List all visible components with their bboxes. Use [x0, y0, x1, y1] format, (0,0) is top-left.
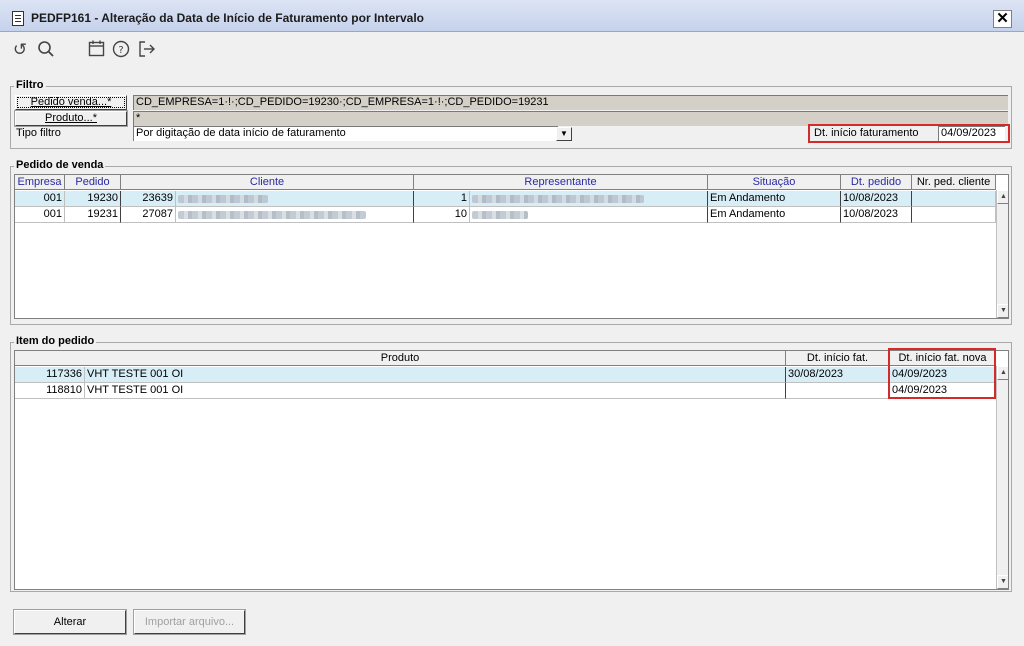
- cell-nr-ped-cliente: [912, 191, 996, 207]
- cell-representante-nome: [470, 191, 708, 207]
- cell-pedido: 19230: [65, 191, 121, 207]
- item-pedido-scrollbar[interactable]: ▲ ▼: [996, 366, 1008, 589]
- undo-icon[interactable]: ↺: [10, 40, 30, 60]
- cell-produto-codigo: 117336: [15, 367, 85, 383]
- chevron-down-icon[interactable]: ▼: [556, 127, 572, 141]
- cell-dt-inicio-fat: 30/08/2023: [786, 367, 890, 383]
- col-header-dt-pedido[interactable]: Dt. pedido: [841, 175, 912, 190]
- pedido-venda-filter-field[interactable]: CD_EMPRESA=1·!·;CD_PEDIDO=19230·;CD_EMPR…: [133, 95, 1008, 110]
- cell-dt-inicio-fat: [786, 383, 890, 399]
- close-button[interactable]: ✕: [993, 10, 1012, 28]
- cell-representante-nome: [470, 207, 708, 223]
- pedido-venda-button[interactable]: Pedido venda...*: [15, 95, 127, 110]
- alterar-button[interactable]: Alterar: [13, 609, 127, 635]
- calendar-icon[interactable]: [86, 40, 106, 60]
- importar-arquivo-button[interactable]: Importar arquivo...: [133, 609, 246, 635]
- produto-button[interactable]: Produto...*: [14, 110, 128, 127]
- cell-cliente-nome: [176, 207, 414, 223]
- pedido-venda-grid: Empresa Pedido Cliente Representante Sit…: [14, 174, 1009, 319]
- table-row[interactable]: 118810 VHT TESTE 001 OI 04/09/2023: [15, 383, 996, 399]
- cell-empresa: 001: [15, 207, 65, 223]
- col-header-dt-inicio-fat[interactable]: Dt. início fat.: [786, 351, 890, 366]
- col-header-situacao[interactable]: Situação: [708, 175, 841, 190]
- table-row[interactable]: 001 19230 23639 1 Em Andamento 10/08/202…: [15, 191, 996, 207]
- search-icon[interactable]: [36, 40, 56, 60]
- table-row[interactable]: 117336 VHT TESTE 001 OI 30/08/2023 04/09…: [15, 367, 996, 383]
- help-icon[interactable]: ?: [111, 40, 131, 60]
- cell-produto-codigo: 118810: [15, 383, 85, 399]
- col-header-representante[interactable]: Representante: [414, 175, 708, 190]
- cell-dt-pedido: 10/08/2023: [841, 191, 912, 207]
- scroll-up-icon[interactable]: ▲: [997, 190, 1008, 204]
- exit-icon[interactable]: [137, 40, 157, 60]
- svg-text:?: ?: [118, 45, 123, 56]
- item-pedido-label: Item do pedido: [14, 335, 97, 347]
- cell-cliente-codigo: 23639: [121, 191, 176, 207]
- window-title: PEDFP161 - Alteração da Data de Início d…: [31, 11, 424, 25]
- col-header-pedido[interactable]: Pedido: [65, 175, 121, 190]
- highlight-box: [808, 124, 1010, 143]
- cell-representante-codigo: 10: [414, 207, 470, 223]
- col-header-produto[interactable]: Produto: [15, 351, 786, 366]
- col-header-empresa[interactable]: Empresa: [15, 175, 65, 190]
- col-header-nr-ped-cliente[interactable]: Nr. ped. cliente: [912, 175, 996, 190]
- col-header-cliente[interactable]: Cliente: [121, 175, 414, 190]
- cell-cliente-nome: [176, 191, 414, 207]
- scroll-up-icon[interactable]: ▲: [997, 366, 1008, 380]
- cell-produto-nome: VHT TESTE 001 OI: [85, 367, 786, 383]
- cell-pedido: 19231: [65, 207, 121, 223]
- scroll-down-icon[interactable]: ▼: [997, 304, 1008, 318]
- title-bar: PEDFP161 - Alteração da Data de Início d…: [0, 0, 1024, 32]
- cell-cliente-codigo: 27087: [121, 207, 176, 223]
- pedido-venda-scrollbar[interactable]: ▲ ▼: [996, 190, 1008, 318]
- tipo-filtro-label: Tipo filtro: [16, 127, 61, 139]
- filtro-label: Filtro: [14, 79, 46, 91]
- cell-produto-nome: VHT TESTE 001 OI: [85, 383, 786, 399]
- cell-representante-codigo: 1: [414, 191, 470, 207]
- cell-situacao: Em Andamento: [708, 207, 841, 223]
- toolbar: ↺ ?: [0, 33, 1024, 69]
- table-row[interactable]: 001 19231 27087 10 Em Andamento 10/08/20…: [15, 207, 996, 223]
- item-pedido-grid: Produto Dt. início fat. Dt. início fat. …: [14, 350, 1009, 590]
- cell-nr-ped-cliente: [912, 207, 996, 223]
- pedido-venda-label: Pedido de venda: [14, 159, 106, 171]
- cell-empresa: 001: [15, 191, 65, 207]
- document-icon: [12, 11, 24, 26]
- cell-situacao: Em Andamento: [708, 191, 841, 207]
- scroll-down-icon[interactable]: ▼: [997, 575, 1008, 589]
- cell-dt-pedido: 10/08/2023: [841, 207, 912, 223]
- tipo-filtro-select[interactable]: Por digitação de data início de faturame…: [133, 126, 558, 141]
- highlight-box: [888, 348, 996, 399]
